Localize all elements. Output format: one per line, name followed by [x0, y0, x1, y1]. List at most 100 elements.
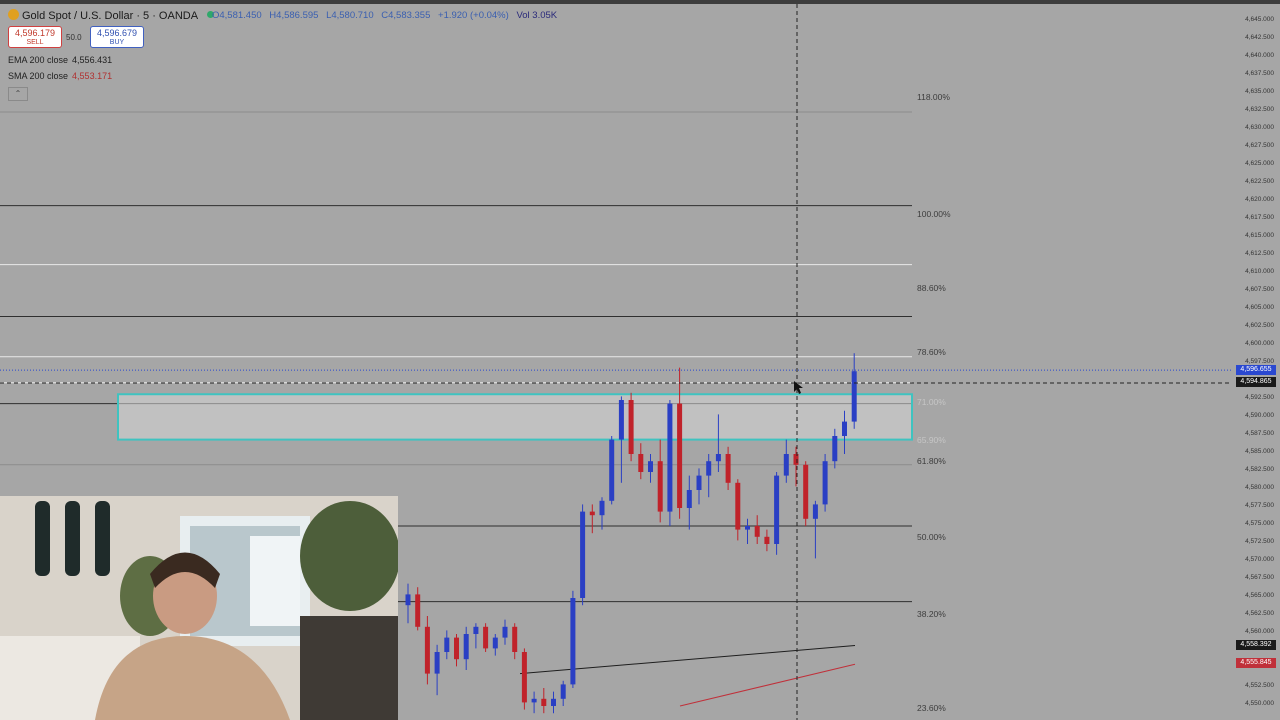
- price-tick: 4,640.000: [1245, 52, 1274, 59]
- price-tick: 4,565.000: [1245, 592, 1274, 599]
- webcam-overlay: [0, 496, 398, 720]
- bear-candle: [521, 652, 527, 703]
- bear-candle: [628, 400, 634, 454]
- close-value: C4,583.355: [381, 10, 431, 21]
- bull-candle: [492, 637, 498, 649]
- bull-candle: [783, 454, 789, 476]
- bull-candle: [570, 598, 576, 685]
- spread-value: 50.0: [66, 33, 82, 42]
- price-tick: 4,562.500: [1245, 610, 1274, 617]
- price-tick: 4,627.500: [1245, 142, 1274, 149]
- sell-label: SELL: [26, 39, 44, 46]
- bull-candle: [832, 436, 838, 462]
- bear-candle: [424, 626, 430, 674]
- low-value: L4,580.710: [326, 10, 374, 21]
- bear-candle: [677, 403, 683, 508]
- fib-label-618: 61.80%: [917, 456, 946, 466]
- gold-coin-icon: [8, 9, 19, 20]
- price-tick: 4,577.500: [1245, 502, 1274, 509]
- bull-candle: [851, 371, 857, 422]
- bull-candle: [551, 698, 556, 706]
- price-tick: 4,610.000: [1245, 268, 1274, 275]
- price-tick: 4,632.500: [1245, 106, 1274, 113]
- high-value: H4,586.595: [269, 10, 319, 21]
- price-tick: 4,620.000: [1245, 196, 1274, 203]
- bull-candle: [434, 652, 440, 674]
- bull-candle: [667, 403, 673, 512]
- sma-line: [679, 663, 856, 707]
- price-tick: 4,602.500: [1245, 322, 1274, 329]
- buy-button[interactable]: 4,596.679 BUY: [90, 26, 144, 48]
- bull-candle: [715, 454, 721, 462]
- bear-candle: [764, 536, 770, 544]
- bull-candle: [473, 626, 479, 634]
- sell-price: 4,596.179: [14, 28, 56, 38]
- price-tick: 4,552.500: [1245, 682, 1274, 689]
- fib-label-71: 71.00%: [917, 397, 946, 407]
- symbol-title[interactable]: Gold Spot / U.S. Dollar · 5 · OANDA: [8, 9, 214, 22]
- fib-label-786: 78.60%: [917, 347, 946, 357]
- bear-candle: [657, 461, 663, 512]
- ohlc-readout: O4,581.450 H4,586.595 L4,580.710 C4,583.…: [212, 10, 562, 21]
- chevron-up-icon[interactable]: ⌃: [8, 87, 28, 101]
- price-tick: 4,582.500: [1245, 466, 1274, 473]
- price-tick: 4,572.500: [1245, 538, 1274, 545]
- bull-candle: [444, 637, 450, 652]
- price-tick: 4,645.000: [1245, 16, 1274, 23]
- fib-label-886: 88.60%: [917, 283, 946, 293]
- ema-value: 4,556.431: [72, 55, 113, 65]
- price-tick: 4,600.000: [1245, 340, 1274, 347]
- bear-candle: [735, 482, 741, 530]
- bear-candle: [512, 626, 518, 652]
- price-tick: 4,580.000: [1245, 484, 1274, 491]
- price-tick: 4,585.000: [1245, 448, 1274, 455]
- price-tick: 4,605.000: [1245, 304, 1274, 311]
- sell-button[interactable]: 4,596.179 SELL: [8, 26, 62, 48]
- fib-label-382: 38.20%: [917, 609, 946, 619]
- price-tick: 4,575.000: [1245, 520, 1274, 527]
- sma-value: 4,553.171: [72, 71, 113, 81]
- bull-candle: [696, 475, 702, 490]
- price-tick: 4,592.500: [1245, 394, 1274, 401]
- fib-label-118: 118.00%: [917, 92, 950, 102]
- price-tick: 4,630.000: [1245, 124, 1274, 131]
- fib-label-100: 100.00%: [917, 209, 951, 219]
- bull-candle: [648, 461, 653, 472]
- bear-candle: [415, 594, 421, 627]
- bear-candle: [793, 454, 799, 465]
- sma-indicator-legend[interactable]: SMA 200 close 4,553.171: [8, 71, 112, 81]
- fib-label-236: 23.60%: [917, 703, 946, 713]
- ema-indicator-legend[interactable]: EMA 200 close 4,556.431: [8, 55, 112, 65]
- bull-candle: [686, 490, 692, 508]
- price-tick: 4,635.000: [1245, 88, 1274, 95]
- cursor-price-label: 4,594.865: [1236, 377, 1276, 387]
- price-tick: 4,642.500: [1245, 34, 1274, 41]
- price-tick: 4,590.000: [1245, 412, 1274, 419]
- buy-price: 4,596.679: [96, 28, 138, 38]
- price-tick: 4,615.000: [1245, 232, 1274, 239]
- bull-candle: [822, 461, 828, 505]
- price-tick: 4,587.500: [1245, 430, 1274, 437]
- last-price-label: 4,596.655: [1236, 365, 1276, 375]
- bull-candle: [745, 526, 750, 530]
- bull-candle: [531, 698, 537, 703]
- price-axis[interactable]: 4,645.000 4,642.500 4,640.000 4,637.500 …: [1232, 0, 1280, 720]
- bull-candle: [599, 500, 605, 516]
- price-tick: 4,622.500: [1245, 178, 1274, 185]
- bear-candle: [454, 637, 459, 660]
- bull-candle: [618, 400, 624, 440]
- bull-candle: [774, 475, 780, 544]
- ema-line: [519, 645, 856, 675]
- supply-zone-rect: [117, 393, 913, 441]
- bear-candle: [754, 526, 760, 537]
- bear-candle: [541, 698, 547, 706]
- bull-candle: [842, 421, 847, 436]
- bull-candle: [463, 634, 469, 660]
- bull-candle: [706, 461, 712, 476]
- price-tick: 4,567.500: [1245, 574, 1274, 581]
- bull-candle: [560, 684, 566, 699]
- price-tick: 4,612.500: [1245, 250, 1274, 257]
- ema-price-tag: 4,558.392: [1236, 640, 1276, 650]
- price-tick: 4,570.000: [1245, 556, 1274, 563]
- symbol-name: Gold Spot / U.S. Dollar · 5 · OANDA: [22, 10, 198, 22]
